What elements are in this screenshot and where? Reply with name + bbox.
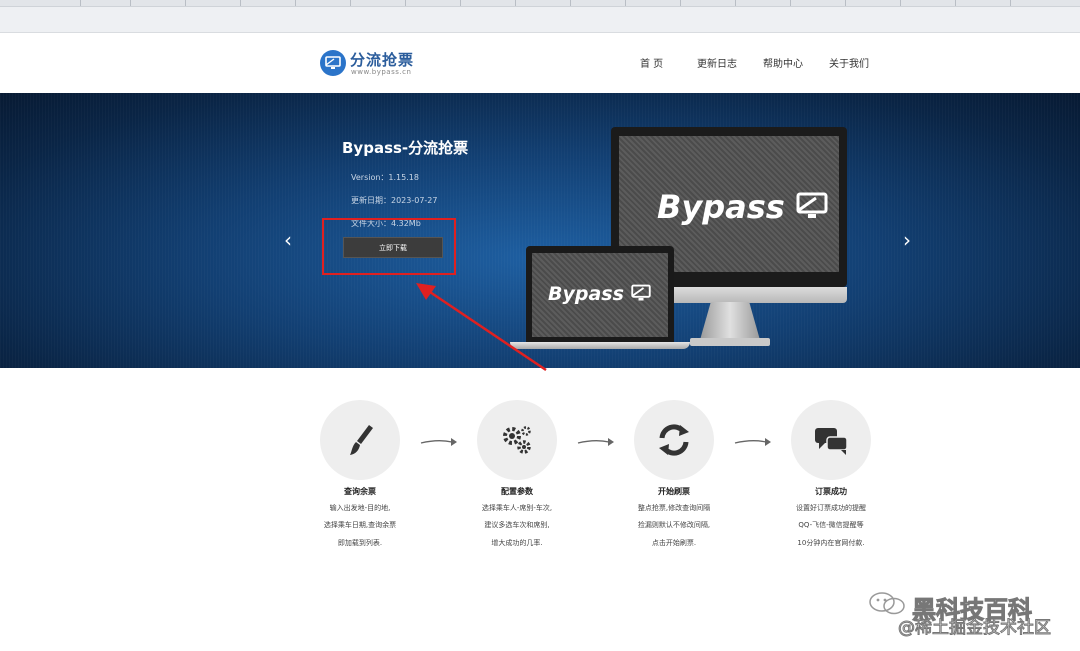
step-arrow-icon	[734, 438, 771, 446]
step-desc-line: 增大成功的几率.	[491, 539, 543, 547]
logo-domain-text: www.bypass.cn	[351, 68, 412, 76]
site-header: 分流抢票 www.bypass.cn 首 页 更新日志 帮助中心 关于我们	[0, 33, 1080, 91]
monitor-bypass-wordmark: Bypass	[657, 188, 828, 226]
monitor-logo-icon	[320, 50, 346, 76]
nav-home[interactable]: 首 页	[640, 55, 663, 70]
step-desc-line: 即加载到列表.	[337, 539, 383, 547]
step-title: 查询余票	[344, 487, 376, 496]
step-desc-line: 点击开始刷票.	[651, 539, 697, 547]
browser-toolbar	[0, 0, 1080, 33]
brush-icon	[350, 425, 373, 455]
nav-changelog[interactable]: 更新日志	[697, 55, 737, 70]
version-text: Version：1.15.18	[351, 173, 419, 182]
monitor-stand	[700, 302, 760, 340]
step-desc-line: 建议多选车次和席别,	[484, 521, 550, 529]
monitor-wordmark-icon	[796, 192, 828, 218]
step-desc-line: 选择乘车日期,查询余票	[323, 521, 397, 529]
step-icon-circle	[320, 400, 400, 480]
gears-icon	[503, 426, 531, 454]
banner-title: Bypass-分流抢票	[342, 139, 469, 157]
step-icon-circle	[477, 400, 557, 480]
step-desc-line: 捡漏则默认不修改间隔,	[637, 521, 711, 529]
site-logo[interactable]: 分流抢票 www.bypass.cn	[320, 47, 430, 79]
monitor-stand-base	[690, 338, 770, 346]
laptop-bypass-wordmark: Bypass	[548, 283, 651, 305]
refresh-icon	[659, 424, 689, 456]
logo-brand-text: 分流抢票	[350, 51, 415, 69]
step-desc-line: 设置好订票成功的提醒	[796, 504, 866, 512]
step-title: 订票成功	[815, 487, 847, 496]
nav-help-center[interactable]: 帮助中心	[763, 55, 803, 70]
laptop-wordmark-text: Bypass	[548, 283, 624, 305]
update-date-text: 更新日期：2023-07-27	[351, 196, 438, 205]
step-title: 配置参数	[501, 487, 533, 496]
step-arrow-icon	[577, 438, 614, 446]
step-desc-line: 整点抢票,修改查询间隔	[637, 504, 711, 512]
step-desc-line: 输入出发地-目的地,	[329, 504, 391, 512]
step-desc-line: 选择乘车人-席别-车次,	[481, 504, 553, 512]
step-arrow-icon	[420, 438, 457, 446]
step-icon-circle	[791, 400, 871, 480]
annotation-arrow-icon	[416, 283, 547, 372]
step-icon-circle	[634, 400, 714, 480]
laptop-wordmark-icon	[630, 284, 651, 301]
chat-bubbles-icon	[815, 428, 848, 455]
carousel-next-arrow[interactable]: ›	[903, 230, 911, 250]
annotation-highlight-box	[322, 218, 456, 275]
nav-about-us[interactable]: 关于我们	[829, 55, 869, 70]
step-desc-line: 10分钟内在官网付款.	[797, 539, 865, 547]
browser-tab-strip[interactable]	[0, 0, 1080, 7]
step-desc-line: QQ-飞信-微信提醒等	[798, 521, 864, 529]
step-title: 开始刷票	[658, 487, 690, 496]
monitor-wordmark-text: Bypass	[657, 188, 785, 226]
carousel-prev-arrow[interactable]: ‹	[284, 230, 292, 250]
watermark-source: @稀土掘金技术社区	[898, 618, 1052, 639]
